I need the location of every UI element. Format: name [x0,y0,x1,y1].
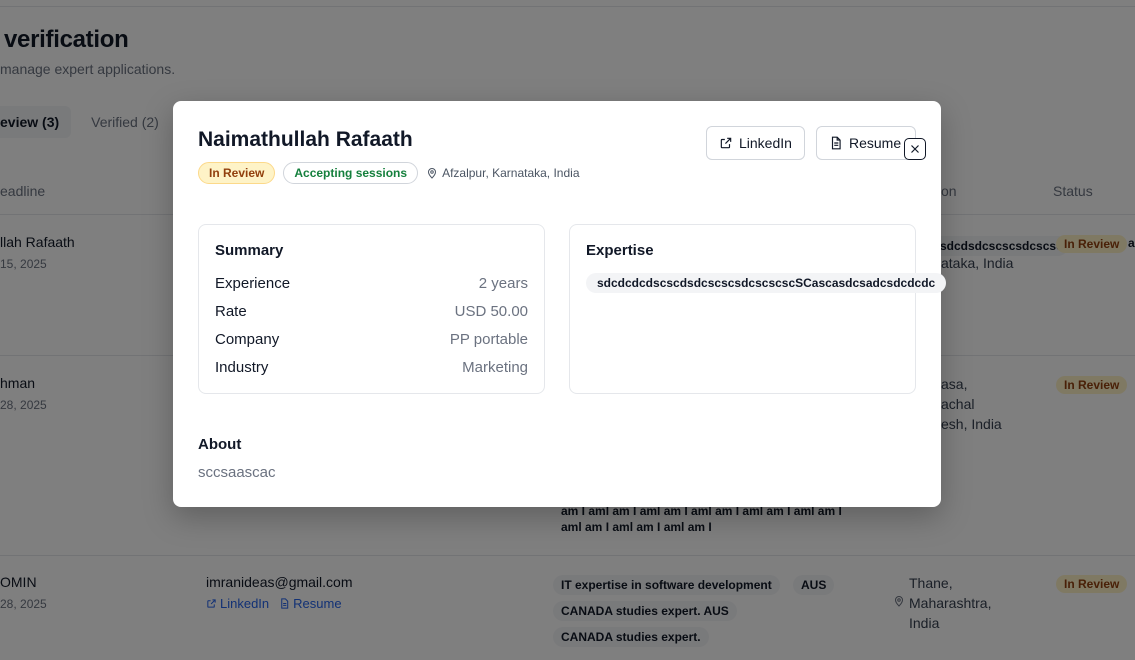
summary-title: Summary [215,242,284,259]
location-text: Afzalpur, Karnataka, India [442,166,580,180]
summary-card: Summary Experience 2 years Rate USD 50.0… [198,224,545,394]
availability-badge: Accepting sessions [283,162,419,184]
close-icon [911,145,919,153]
summary-row-company: Company PP portable [215,331,528,348]
summary-row-rate: Rate USD 50.00 [215,303,528,320]
expertise-card: Expertise sdcdcdcdscscdsdcscscsdcscscscS… [569,224,947,394]
expertise-chip: sdcdcdcdscscdsdcscscsdcscscscSCascasdcsa… [586,273,947,293]
summary-value: 2 years [478,275,528,292]
summary-row-industry: Industry Marketing [215,359,528,376]
status-badge: In Review [198,162,276,184]
summary-value: USD 50.00 [454,303,528,320]
summary-value: PP portable [449,331,528,348]
resume-button-label: Resume [849,135,902,151]
summary-row-experience: Experience 2 years [215,275,528,292]
expertise-title: Expertise [586,242,654,259]
summary-value: Marketing [462,359,528,376]
summary-label: Experience [215,275,291,292]
expert-name: Naimathullah Rafaath [198,128,413,151]
resume-button[interactable]: Resume [816,126,916,160]
map-pin-icon [428,168,437,179]
summary-label: Rate [215,303,247,320]
summary-label: Company [215,331,280,348]
summary-label: Industry [215,359,269,376]
document-icon [831,136,841,150]
linkedin-button[interactable]: LinkedIn [706,126,805,160]
external-link-icon [720,137,732,149]
expert-detail-modal: Naimathullah Rafaath In Review Accepting… [173,101,947,507]
badge-row: In Review Accepting sessions Afzalpur, K… [198,162,580,184]
close-button[interactable] [904,138,926,160]
about-title: About [198,436,242,453]
expert-location: Afzalpur, Karnataka, India [426,166,580,180]
linkedin-button-label: LinkedIn [739,135,792,151]
about-text: sccsaascac [198,464,276,481]
